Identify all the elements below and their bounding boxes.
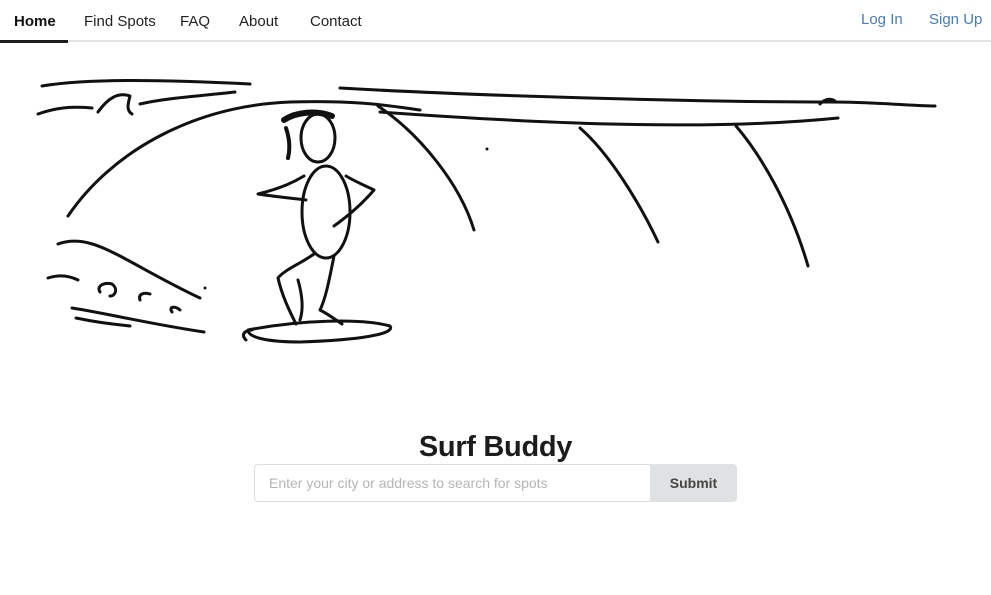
- surfer-sketch-icon: [36, 79, 937, 344]
- spot-search-form: Submit: [254, 464, 737, 502]
- nav-home[interactable]: Home: [14, 0, 56, 42]
- submit-button[interactable]: Submit: [650, 464, 737, 502]
- nav-about[interactable]: About: [239, 0, 278, 42]
- nav-faq[interactable]: FAQ: [180, 0, 210, 42]
- hero-illustration: [0, 44, 991, 364]
- nav-contact[interactable]: Contact: [310, 0, 362, 42]
- active-tab-indicator: [0, 40, 68, 43]
- top-navigation: Home Find Spots FAQ About Contact Log In…: [0, 0, 991, 43]
- login-link[interactable]: Log In: [861, 0, 903, 42]
- page-title: Surf Buddy: [418, 431, 573, 464]
- search-input[interactable]: [254, 464, 651, 502]
- signup-link[interactable]: Sign Up: [929, 0, 982, 42]
- nav-find-spots[interactable]: Find Spots: [84, 0, 156, 42]
